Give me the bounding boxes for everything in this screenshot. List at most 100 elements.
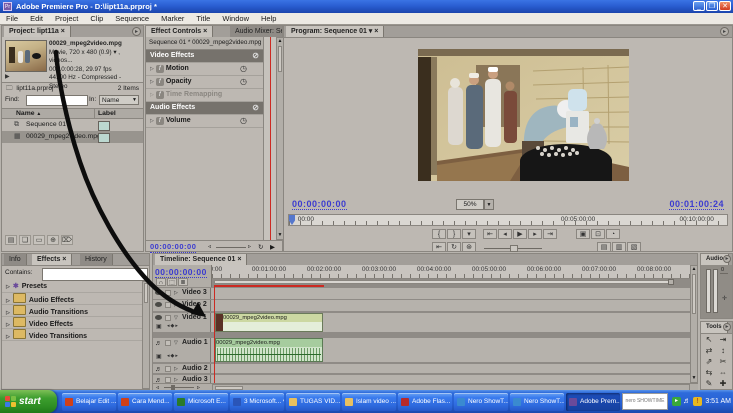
tab-close-icon[interactable]: × [237,256,241,263]
keyframe-nav-icon[interactable]: ◂◆▸ [167,353,179,359]
clip-thumbnail[interactable] [5,40,47,72]
set-display-icon[interactable]: ⬚ [167,278,177,286]
effects-folder-video-transitions[interactable]: ▷ Video Transitions [2,329,142,341]
menu-window[interactable]: Window [216,13,255,24]
taskbar-button-2[interactable]: Microsoft E... [174,393,228,411]
expand-icon[interactable]: ▷ [150,115,154,127]
project-new-bin-icon[interactable]: ▭ [33,235,45,245]
timeline-audio-clip[interactable]: 00029_mpeg2video.mpg [215,338,323,362]
effect-controls-timeline[interactable] [263,37,276,240]
label-chip[interactable] [98,133,110,143]
set-out-button[interactable]: } [447,229,461,239]
expand-icon[interactable]: ▷ [174,302,178,308]
menu-title[interactable]: Title [190,13,216,24]
lock-toggle[interactable] [165,366,171,372]
column-label[interactable]: Label [98,109,116,119]
play-around-button[interactable]: ⊛ [462,242,476,252]
expand-icon[interactable]: ▷ [150,89,154,101]
go-to-out-button[interactable]: ⇥ [543,229,557,239]
find-input[interactable] [26,95,88,106]
effects-folder-video-effects[interactable]: ▷ Video Effects [2,317,142,329]
loop-icon[interactable]: ↻ [258,243,263,251]
track-header-video-3[interactable]: ▷ Video 3 [153,288,211,299]
tab-program-monitor[interactable]: Program: Sequence 01 ▾ × [286,26,385,37]
minimize-button[interactable]: _ [693,1,705,11]
tab-effect-controls[interactable]: Effect Controls × [146,26,214,37]
track-header-audio-2[interactable]: ♬ ▷ Audio 2 [153,364,211,373]
monitor-ruler[interactable]: 00:00 00:05:00:00 00:10:00:00 [288,214,728,226]
effect-row-volume[interactable]: ▷ f Volume ◷ [146,115,263,128]
play-button[interactable]: ▶ [513,229,527,239]
project-new-item-icon[interactable]: ⊕ [47,235,59,245]
taskbar-button-4[interactable]: TUGAS VID... [286,393,340,411]
taskbar-button-5[interactable]: Islam video ... [342,393,396,411]
lock-toggle[interactable] [165,340,171,346]
volume-icon[interactable]: ♬ [683,396,691,405]
track-lane[interactable] [153,288,690,299]
monitor-current-timecode[interactable]: 00:00:00:00 [292,199,347,210]
track-header-audio-1[interactable]: ♬ ▽ Audio 1 ▣ ◂◆▸ [153,338,211,362]
panel-menu-icon[interactable]: ▸ [132,27,141,36]
taskbar-button-9[interactable]: Adobe Prem... [566,393,620,411]
panel-menu-icon[interactable]: ▸ [720,27,729,36]
step-forward-button[interactable]: ▸ [528,229,542,239]
menu-project[interactable]: Project [49,13,84,24]
rolling-edit-tool[interactable]: ↕ [716,345,730,356]
monitor-zoom-select[interactable]: 50% [456,199,484,210]
work-area-handle[interactable] [668,279,674,285]
display-style-icon[interactable]: ▣ [156,323,162,330]
menu-help[interactable]: Help [255,13,282,24]
menu-file[interactable]: File [0,13,24,24]
security-shield-icon[interactable]: ! [693,397,702,406]
track-select-tool[interactable]: ⇥ [716,334,730,345]
track-lane[interactable] [153,300,690,311]
speaker-icon[interactable]: ♬ [155,366,162,373]
slide-tool[interactable]: ⇔ [716,367,730,378]
razor-tool[interactable]: ✂ [716,356,730,367]
menu-edit[interactable]: Edit [24,13,49,24]
effects-folder-audio-effects[interactable]: ▷ Audio Effects [2,293,142,305]
tab-effects[interactable]: Effects × [32,254,73,265]
lift-button[interactable]: ▤ [597,242,611,252]
expand-icon[interactable]: ▷ [150,76,154,88]
play-thumbnail-icon[interactable]: ▶ [5,73,10,80]
fx-badge-icon[interactable]: f [155,78,164,86]
set-in-button[interactable]: { [432,229,446,239]
column-name[interactable]: Name [16,110,35,117]
taskbar-button-0[interactable]: Belajar Edit ... [62,393,116,411]
zoom-in-icon[interactable]: ▹ [248,243,251,250]
expand-icon[interactable]: ▽ [174,315,178,321]
taskbar-button-1[interactable]: Cara Mend... [118,393,172,411]
tab-audio-mixer[interactable]: Audio Mixer: Seq [230,26,282,37]
tab-close-icon[interactable]: × [203,28,207,35]
timeline-video-clip[interactable]: 00029_mpeg2video.mpg [215,313,323,332]
shuttle-slider[interactable] [484,245,542,252]
nero-deskband[interactable]: nero SHOWTIME [622,393,668,410]
start-button[interactable]: start [0,390,57,413]
project-list-view-icon[interactable]: ▤ [5,235,17,245]
stopwatch-icon[interactable]: ◷ [240,63,247,75]
menu-sequence[interactable]: Sequence [109,13,155,24]
expand-icon[interactable]: ▷ [174,290,178,296]
export-frame-button[interactable]: ▣ [576,229,590,239]
timeline-timecode[interactable]: 00:00:00:00 [155,267,207,278]
taskbar-button-6[interactable]: Adobe Flas... [398,393,452,411]
marker-button[interactable]: ▾ [462,229,476,239]
effects-section-audio-effects[interactable]: Audio Effects ⊘ [146,102,263,115]
go-to-in-button[interactable]: ⇤ [483,229,497,239]
lock-toggle[interactable] [165,302,171,308]
zoom-out-icon[interactable]: ◃ [208,243,211,250]
project-delete-icon[interactable]: ⌦ [61,235,73,245]
keyframe-nav-icon[interactable]: ◂◆▸ [167,323,179,329]
export-button[interactable]: ▧ [627,242,641,252]
snap-icon[interactable]: ∩ [156,278,166,286]
ripple-edit-tool[interactable]: ⇄ [702,345,716,356]
effects-folder-presets[interactable]: ▷ ✱ Presets [2,281,142,293]
effects-scrollbar[interactable] [142,281,150,389]
expand-icon[interactable]: ▷ [6,332,10,343]
chevron-down-icon[interactable]: ▼ [484,199,494,210]
clock[interactable]: 3:51 AM [705,398,731,405]
timeline-ruler[interactable]: 00:00 00:01:00:00 00:02:00:00 00:03:00:00 00… [212,265,690,279]
tab-close-icon[interactable]: × [61,28,65,35]
tab-timeline[interactable]: Timeline: Sequence 01 × [155,254,248,265]
